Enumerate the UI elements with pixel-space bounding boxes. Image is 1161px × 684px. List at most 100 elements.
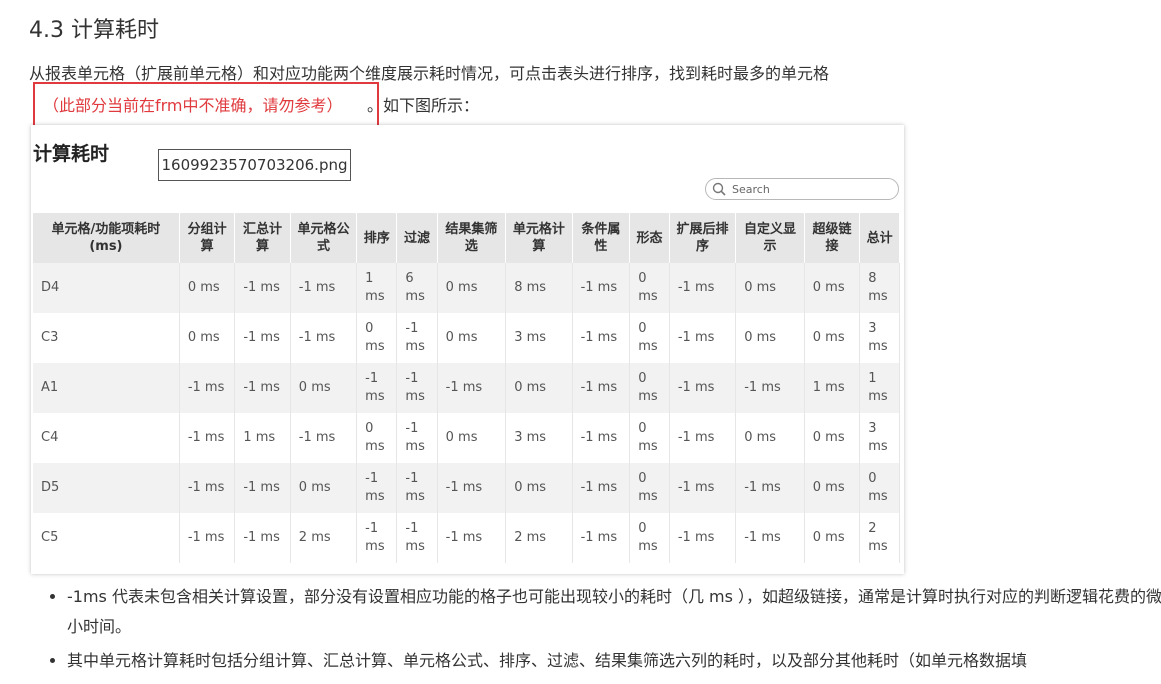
table-cell: -1 ms — [179, 513, 236, 563]
table-cell: 0 ms — [179, 313, 236, 363]
table-cell: 2 ms — [505, 513, 573, 563]
cell-name: A1 — [33, 363, 180, 413]
cell-name: C3 — [33, 313, 180, 363]
table-cell: 3 ms — [859, 313, 900, 363]
table-cell: 0 ms — [356, 313, 398, 363]
table-cell: 0 ms — [505, 463, 573, 513]
table-cell: 0 ms — [804, 463, 861, 513]
table-cell: 1 ms — [356, 263, 398, 313]
table-cell: 3 ms — [505, 413, 573, 463]
table-row: C3 0 ms -1 ms -1 ms 0 ms -1 ms 0 ms 3 ms -1 ms 0 … — [33, 313, 900, 363]
table-cell: -1 ms — [437, 513, 507, 563]
table-cell: 0 ms — [179, 263, 236, 313]
column-header[interactable]: 条件属性 — [572, 213, 631, 263]
search-input[interactable] — [730, 181, 884, 197]
table-cell: 3 ms — [859, 413, 900, 463]
table-cell: -1 ms — [572, 363, 631, 413]
list-item: -1ms 代表未包含相关计算设置，部分没有设置相应功能的格子也可能出现较小的耗时… — [67, 582, 1161, 642]
table-cell: 0 ms — [804, 513, 861, 563]
table-cell: -1 ms — [234, 313, 291, 363]
table-cell: -1 ms — [437, 463, 507, 513]
table-cell: -1 ms — [572, 513, 631, 563]
column-header[interactable]: 过滤 — [396, 213, 438, 263]
table-cell: 1 ms — [234, 413, 291, 463]
table-cell: 8 ms — [505, 263, 573, 313]
table-cell: -1 ms — [396, 413, 438, 463]
table-cell: -1 ms — [234, 263, 291, 313]
column-header[interactable]: 排序 — [356, 213, 398, 263]
table-row: D5 -1 ms -1 ms 0 ms -1 ms -1 ms -1 ms 0 ms -1 ms… — [33, 463, 900, 513]
table-cell: 1 ms — [804, 363, 861, 413]
table-cell: 0 ms — [437, 413, 507, 463]
column-header[interactable]: 结果集筛选 — [437, 213, 507, 263]
column-header[interactable]: 单元格/功能项耗时(ms) — [33, 213, 180, 263]
column-header[interactable]: 单元格计算 — [505, 213, 573, 263]
column-header[interactable]: 超级链接 — [804, 213, 861, 263]
table-cell: 0 ms — [629, 513, 670, 563]
table-cell: 0 ms — [735, 313, 805, 363]
table-cell: -1 ms — [234, 463, 291, 513]
table-cell: -1 ms — [234, 513, 291, 563]
table-cell: 0 ms — [437, 263, 507, 313]
section-heading: 4.3 计算耗时 — [29, 18, 159, 43]
table-cell: 0 ms — [505, 363, 573, 413]
embedded-screenshot: 计算耗时 1609923570703206.png 单元格/功能项耗时(ms) … — [31, 125, 904, 574]
column-header[interactable]: 形态 — [629, 213, 670, 263]
table-cell: -1 ms — [290, 313, 358, 363]
table-cell: 6 ms — [396, 263, 438, 313]
column-header[interactable]: 汇总计算 — [234, 213, 291, 263]
table-cell: -1 ms — [572, 263, 631, 313]
table-cell: 2 ms — [859, 513, 900, 563]
table-cell: 0 ms — [629, 363, 670, 413]
table-header-row: 单元格/功能项耗时(ms) 分组计算 汇总计算 单元格公式 排序 过滤 结果集筛… — [33, 213, 900, 263]
table-cell: -1 ms — [290, 263, 358, 313]
table-cell: -1 ms — [572, 313, 631, 363]
table-cell: 2 ms — [290, 513, 358, 563]
table-row: C5 -1 ms -1 ms 2 ms -1 ms -1 ms -1 ms 2 ms -1 ms… — [33, 513, 900, 563]
column-header[interactable]: 分组计算 — [179, 213, 236, 263]
note-suffix: 。如下图所示： — [367, 96, 480, 115]
table-cell: 0 ms — [804, 263, 861, 313]
table-cell: -1 ms — [356, 463, 398, 513]
table-cell: -1 ms — [179, 363, 236, 413]
column-header[interactable]: 扩展后排序 — [669, 213, 737, 263]
table-cell: 8 ms — [859, 263, 900, 313]
notes-list: -1ms 代表未包含相关计算设置，部分没有设置相应功能的格子也可能出现较小的耗时… — [43, 582, 1161, 680]
column-header[interactable]: 单元格公式 — [290, 213, 358, 263]
table-cell: -1 ms — [735, 513, 805, 563]
table-cell: -1 ms — [669, 513, 737, 563]
table-cell: -1 ms — [437, 363, 507, 413]
cell-name: D5 — [33, 463, 180, 513]
table-cell: -1 ms — [179, 413, 236, 463]
cell-name: C4 — [33, 413, 180, 463]
table-cell: -1 ms — [396, 463, 438, 513]
table-cell: 3 ms — [505, 313, 573, 363]
table-cell: 0 ms — [735, 413, 805, 463]
table-cell: -1 ms — [356, 513, 398, 563]
table-row: D4 0 ms -1 ms -1 ms 1 ms 6 ms 0 ms 8 ms -1 ms 0 m… — [33, 263, 900, 313]
table-cell: -1 ms — [179, 463, 236, 513]
timing-table: 单元格/功能项耗时(ms) 分组计算 汇总计算 单元格公式 排序 过滤 结果集筛… — [33, 213, 900, 563]
table-cell: -1 ms — [396, 313, 438, 363]
table-cell: -1 ms — [356, 363, 398, 413]
search-box[interactable] — [705, 178, 899, 200]
table-cell: -1 ms — [669, 313, 737, 363]
table-row: A1 -1 ms -1 ms 0 ms -1 ms -1 ms -1 ms 0 ms -1 ms… — [33, 363, 900, 413]
warning-note: （此部分当前在frm中不准确，请勿参考） — [43, 96, 343, 115]
table-cell: 0 ms — [290, 363, 358, 413]
column-header[interactable]: 总计 — [859, 213, 900, 263]
table-cell: 0 ms — [629, 413, 670, 463]
column-header[interactable]: 自定义显示 — [735, 213, 805, 263]
table-cell: 0 ms — [356, 413, 398, 463]
table-cell: -1 ms — [669, 413, 737, 463]
table-cell: -1 ms — [669, 363, 737, 413]
table-cell: -1 ms — [735, 463, 805, 513]
table-cell: -1 ms — [735, 363, 805, 413]
table-cell: 0 ms — [437, 313, 507, 363]
table-cell: 0 ms — [804, 313, 861, 363]
table-cell: 0 ms — [735, 263, 805, 313]
table-cell: 0 ms — [290, 463, 358, 513]
table-cell: -1 ms — [396, 513, 438, 563]
table-cell: 0 ms — [629, 463, 670, 513]
table-cell: -1 ms — [234, 363, 291, 413]
